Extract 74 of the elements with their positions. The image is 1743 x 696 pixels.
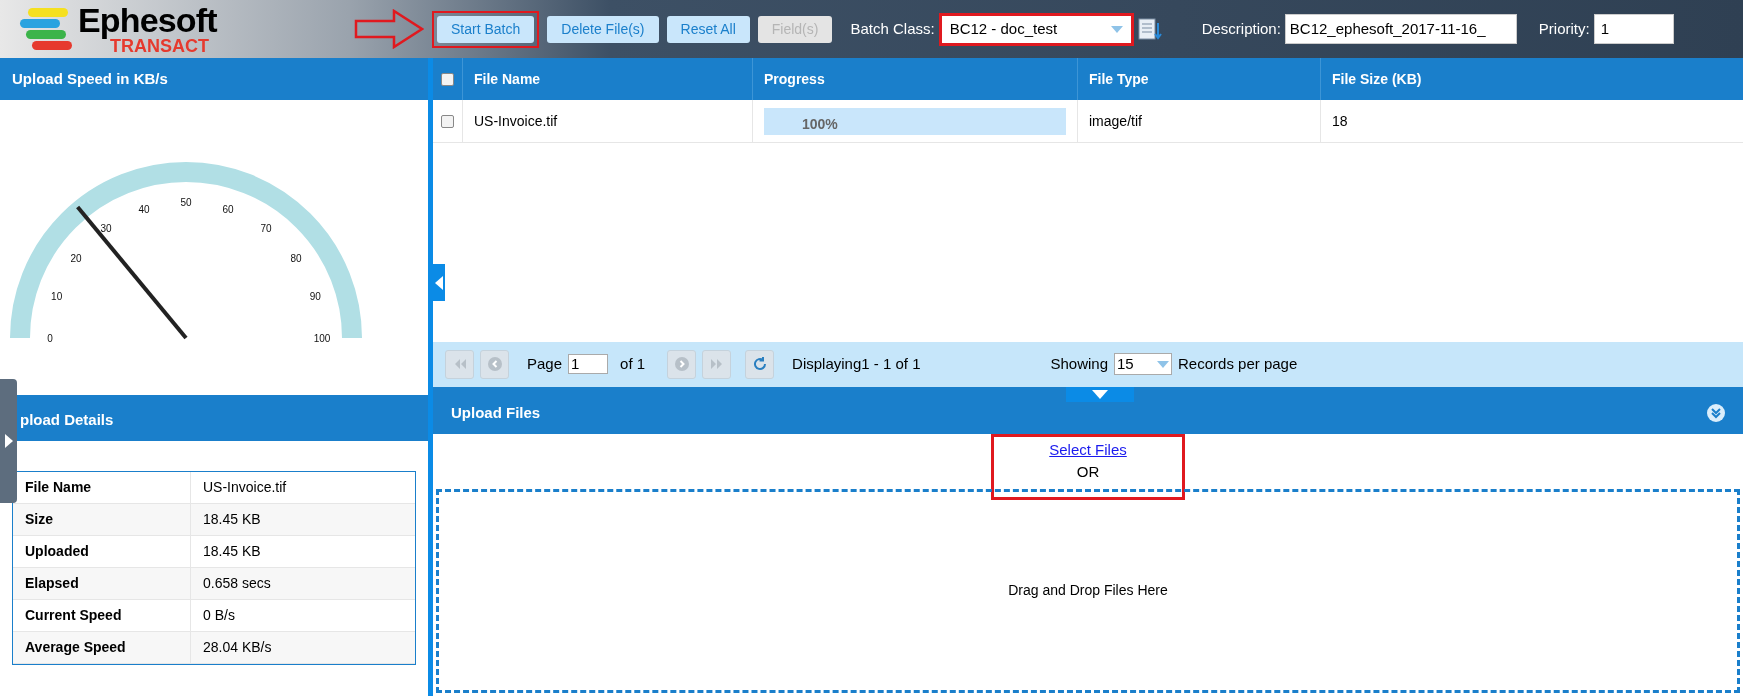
or-text: OR <box>1076 462 1100 482</box>
select-files-link[interactable]: Select Files <box>1049 438 1127 461</box>
column-header[interactable]: Progress <box>752 58 1077 100</box>
logo-name: Ephesoft <box>78 3 217 37</box>
gauge-tick-label: 20 <box>70 253 82 265</box>
table-cell: image/tif <box>1077 100 1320 142</box>
refresh-icon <box>752 357 767 371</box>
detail-label: Average Speed <box>13 632 191 663</box>
down-arrow-icon <box>1092 389 1108 399</box>
collapse-arrow-icon <box>435 275 443 290</box>
refresh-button[interactable] <box>745 349 775 379</box>
detail-value: 0.658 secs <box>202 574 272 593</box>
toolbar-button[interactable]: Start Batch <box>437 15 535 43</box>
showing-label: Showing <box>1050 353 1109 374</box>
detail-value: 28.04 KB/s <box>202 638 273 657</box>
gauge-tick-label: 0 <box>47 333 53 344</box>
annotation-arrow <box>354 9 424 49</box>
panel-title: pload Details <box>20 409 114 430</box>
detail-value: 18.45 KB <box>202 510 262 529</box>
row-checkbox[interactable] <box>441 114 454 128</box>
table-cell: 18 <box>1320 100 1743 142</box>
chevron-right-icon <box>674 357 689 371</box>
gauge-tick-label: 40 <box>138 203 150 215</box>
toolbar-button[interactable]: Reset All <box>666 15 750 43</box>
double-chevron-right-icon <box>709 357 724 371</box>
detail-label: Elapsed <box>13 568 191 599</box>
logo-icon <box>18 6 74 52</box>
batch-class-select[interactable]: BC12 - doc_test <box>938 12 1134 46</box>
gauge-tick-label: 50 <box>180 197 192 208</box>
panel-title: Upload Files <box>451 402 541 423</box>
description-label: Description: <box>1201 18 1281 39</box>
displaying-text: Displaying1 - 1 of 1 <box>792 353 921 374</box>
caret-icon <box>1110 25 1123 33</box>
chevron-left-icon <box>487 357 502 371</box>
detail-value: US-Invoice.tif <box>202 478 288 497</box>
gauge-tick-label: 30 <box>100 222 112 234</box>
page-field[interactable]: 1 <box>568 354 609 374</box>
column-header[interactable]: File Size (KB) <box>1320 58 1743 100</box>
table-cell: US-Invoice.tif <box>462 100 752 142</box>
drop-zone[interactable]: Drag and Drop Files Here <box>436 488 1740 693</box>
page-label: Page <box>527 353 563 374</box>
panel-title: Upload Speed in KB/s <box>12 68 168 89</box>
collapse-tab[interactable] <box>433 264 445 301</box>
detail-label: Current Speed <box>13 600 191 631</box>
description-field[interactable]: BC12_ephesoft_2017-11-16_ <box>1284 14 1517 44</box>
document-list-icon[interactable] <box>1137 17 1162 41</box>
gauge-tick-label: 70 <box>260 222 272 234</box>
collapse-chevron-icon[interactable] <box>1707 404 1725 422</box>
toolbar-button[interactable]: Delete File(s) <box>547 15 659 43</box>
per-page-select[interactable]: 15 <box>1114 353 1173 375</box>
detail-value: 18.45 KB <box>202 542 262 561</box>
caret-icon <box>1157 360 1170 368</box>
gauge-tick-label: 80 <box>290 253 302 265</box>
expand-arrow-icon <box>4 434 13 448</box>
column-header[interactable]: File Name <box>462 58 752 100</box>
batch-class-label: Batch Class: <box>850 18 935 39</box>
page-count: of 1 <box>620 353 646 374</box>
detail-value: 0 B/s <box>202 606 236 625</box>
per-page-label: Records per page <box>1178 353 1298 374</box>
select-all-checkbox[interactable] <box>441 72 454 86</box>
priority-field[interactable]: 1 <box>1593 14 1674 44</box>
logo-product: TRANSACT <box>110 37 209 55</box>
priority-label: Priority: <box>1538 18 1590 39</box>
progress-text: 100% <box>802 114 838 134</box>
detail-label: Size <box>13 504 191 535</box>
detail-label: File Name <box>13 472 191 503</box>
gauge-tick-label: 100 <box>313 333 331 344</box>
drop-zone-text: Drag and Drop Files Here <box>1008 581 1168 601</box>
gauge-tick-label: 90 <box>309 290 321 302</box>
gauge-tick-label: 10 <box>51 290 63 302</box>
gauge-tick-label: 60 <box>222 203 234 215</box>
column-header[interactable]: File Type <box>1077 58 1320 100</box>
sidebar-toggle[interactable] <box>0 379 17 503</box>
detail-label: Uploaded <box>13 536 191 567</box>
